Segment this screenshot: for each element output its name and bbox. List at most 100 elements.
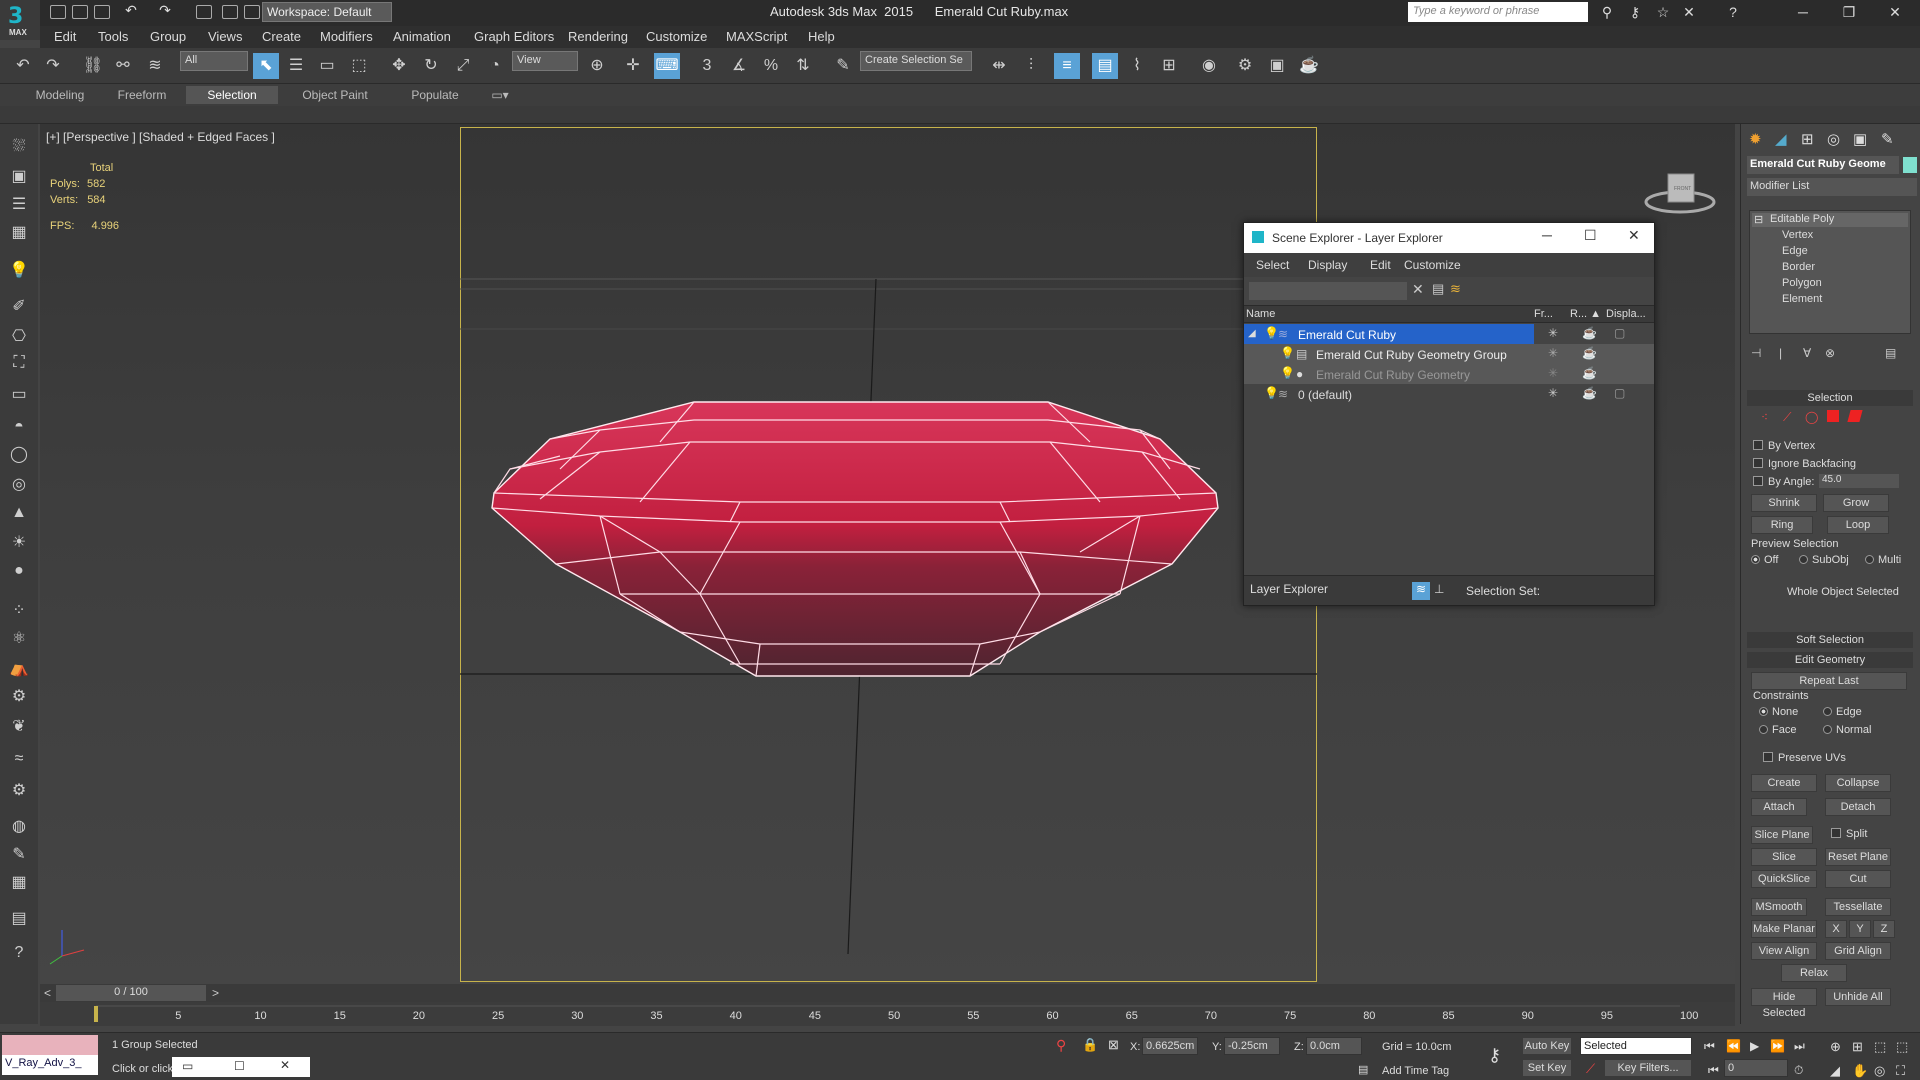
by-vertex-checkbox[interactable]: By Vertex	[1753, 440, 1815, 452]
time-tag-icon[interactable]: ▤	[1358, 1063, 1368, 1076]
render-production-icon[interactable]: ☕	[1296, 53, 1322, 79]
constraint-face-radio[interactable]: Face	[1759, 724, 1796, 736]
close-icon[interactable]: ✕	[1880, 2, 1910, 22]
se-menu-edit[interactable]: Edit	[1370, 258, 1391, 272]
curve-editor-icon[interactable]: ⌇	[1124, 53, 1150, 79]
spinner-snap-icon[interactable]: ⇅	[790, 53, 816, 79]
ruby-mesh[interactable]	[491, 401, 1219, 677]
save-file-icon[interactable]	[94, 5, 110, 19]
scene-explorer-search-input[interactable]	[1248, 281, 1408, 301]
freeze-icon[interactable]: ✳	[1548, 386, 1558, 400]
project-folder-icon[interactable]	[244, 5, 260, 19]
play-icon[interactable]: ▶	[1750, 1039, 1759, 1053]
time-slider[interactable]: < 0 / 100 >	[40, 984, 1735, 1002]
field-of-view-icon[interactable]: ◢	[1830, 1063, 1840, 1079]
teapot-icon[interactable]: ☕	[1582, 366, 1597, 380]
angle-snap-icon[interactable]: ∡	[726, 53, 752, 79]
undo-icon[interactable]: ↶	[116, 0, 146, 20]
object-color-swatch[interactable]	[1903, 157, 1917, 173]
reset-plane-button[interactable]: Reset Plane	[1825, 848, 1891, 866]
menu-customize[interactable]: Customize	[646, 29, 707, 44]
hair-icon[interactable]: ≈	[6, 746, 32, 772]
lightbulb-icon[interactable]: 💡	[1280, 346, 1295, 360]
fetch-icon[interactable]	[222, 5, 238, 19]
planar-y-button[interactable]: Y	[1849, 920, 1871, 938]
select-by-name-icon[interactable]: ☰	[283, 53, 309, 79]
workspace-dropdown[interactable]: Workspace: Default	[262, 2, 392, 22]
menu-tools[interactable]: Tools	[98, 29, 128, 44]
current-frame-field[interactable]: 0	[1724, 1059, 1788, 1077]
search-input[interactable]: Type a keyword or phrase	[1408, 2, 1588, 22]
menu-rendering[interactable]: Rendering	[568, 29, 628, 44]
soft-selection-rollout-header[interactable]: Soft Selection	[1747, 632, 1913, 648]
rotate-icon[interactable]: ↻	[418, 53, 444, 79]
zoom-all-icon[interactable]: ⊞	[1852, 1039, 1863, 1055]
pin-stack-icon[interactable]: ⊣	[1751, 346, 1761, 360]
track-bar[interactable]: 5 10 15 20 25 30 35 40 45 50 55 60 65 70 75 80 85 90 95 100	[40, 1002, 1735, 1026]
menu-graph-editors[interactable]: Graph Editors	[474, 29, 554, 44]
explorer-mode-dropdown[interactable]: Layer Explorer	[1246, 580, 1402, 600]
zoom-icon[interactable]: ⊕	[1830, 1039, 1841, 1055]
script-icon[interactable]: ▤	[6, 906, 32, 932]
viewcube[interactable]: FRONT	[1640, 164, 1720, 214]
slice-button[interactable]: Slice	[1751, 848, 1817, 866]
add-time-tag-label[interactable]: Add Time Tag	[1382, 1065, 1449, 1077]
maximize-icon[interactable]: ☐	[1584, 227, 1597, 244]
keyboard-shortcut-toggle-icon[interactable]: ⌨	[654, 53, 680, 79]
ignore-backfacing-checkbox[interactable]: Ignore Backfacing	[1753, 458, 1856, 470]
display-icon[interactable]: ▢	[1614, 386, 1625, 400]
tab-object-paint[interactable]: Object Paint	[290, 86, 380, 104]
cloth-icon[interactable]: ⛺	[6, 656, 32, 682]
ribbon-options-icon[interactable]: ▭▾	[486, 86, 514, 104]
edge-mode-icon[interactable]: ⟋	[1783, 410, 1791, 425]
scene-explorer-titlebar[interactable]: Scene Explorer - Layer Explorer ─ ☐ ✕	[1244, 223, 1654, 253]
tab-selection[interactable]: Selection	[186, 86, 278, 104]
torus-icon[interactable]: ◎	[6, 472, 32, 498]
selection-rollout-header[interactable]: Selection	[1747, 390, 1913, 406]
named-selection-dropdown[interactable]: Create Selection Se	[860, 51, 972, 71]
time-configuration-icon[interactable]: ⏱	[1794, 1063, 1803, 1078]
collapse-button[interactable]: Collapse	[1825, 774, 1891, 792]
by-angle-checkbox[interactable]: By Angle:	[1753, 476, 1814, 488]
list-item[interactable]: 💡 ● Emerald Cut Ruby Geometry ✳ ☕	[1244, 364, 1654, 384]
particles-icon[interactable]: ⁘	[6, 598, 32, 624]
brush-icon[interactable]: ✐	[6, 294, 32, 320]
select-object-icon[interactable]: ⬉	[253, 53, 279, 79]
se-menu-select[interactable]: Select	[1256, 258, 1289, 272]
col-renderable[interactable]: R... ▲	[1570, 308, 1601, 320]
freeze-icon[interactable]: ✳	[1548, 346, 1558, 360]
restore-icon[interactable]: ❐	[1834, 2, 1864, 22]
edit-icon[interactable]: ✎	[6, 842, 32, 868]
molecule-icon[interactable]: ⚛	[6, 626, 32, 652]
repeat-last-button[interactable]: Repeat Last	[1751, 672, 1907, 690]
remove-modifier-icon[interactable]: ⊗	[1825, 346, 1835, 360]
maximize-viewport-icon[interactable]: ⛶	[1896, 1063, 1905, 1079]
se-menu-customize[interactable]: Customize	[1404, 258, 1461, 272]
isolate-icon[interactable]: ⚲	[1056, 1037, 1066, 1054]
rectangle-selection-icon[interactable]: ▭	[314, 53, 340, 79]
window-crossing-icon[interactable]: ⬚	[346, 53, 372, 79]
key-mode-icon[interactable]: ⏮	[1708, 1063, 1719, 1078]
redo-icon[interactable]: ↷	[150, 0, 180, 20]
schematic-view-icon[interactable]: ⊞	[1156, 53, 1182, 79]
select-place-icon[interactable]: ◔	[482, 53, 508, 79]
image-icon[interactable]: ▣	[6, 164, 32, 190]
lock-icon[interactable]: 🔒	[1082, 1037, 1098, 1053]
mirror-icon[interactable]: ⇹	[986, 53, 1012, 79]
unhide-all-button[interactable]: Unhide All	[1825, 988, 1891, 1006]
element-mode-icon[interactable]	[1847, 410, 1863, 422]
cone-icon[interactable]: ▲	[6, 500, 32, 526]
gear-icon[interactable]: ⚙	[6, 684, 32, 710]
pan-icon[interactable]: ✋	[1852, 1063, 1868, 1079]
redo-icon[interactable]: ↷	[40, 53, 66, 79]
menu-help[interactable]: Help	[808, 29, 835, 44]
maxscript-mini-listener[interactable]: V_Ray_Adv_3_	[2, 1055, 98, 1075]
time-slider-thumb[interactable]: 0 / 100	[56, 985, 206, 1001]
grid-align-button[interactable]: Grid Align	[1825, 942, 1891, 960]
undo-icon[interactable]: ↶	[10, 53, 36, 79]
menu-views[interactable]: Views	[208, 29, 242, 44]
se-menu-display[interactable]: Display	[1308, 258, 1347, 272]
hide-selected-button[interactable]: Hide Selected	[1751, 988, 1817, 1019]
collapse-icon[interactable]: ⊟	[1754, 213, 1763, 226]
border-mode-icon[interactable]: ◯	[1805, 410, 1818, 424]
